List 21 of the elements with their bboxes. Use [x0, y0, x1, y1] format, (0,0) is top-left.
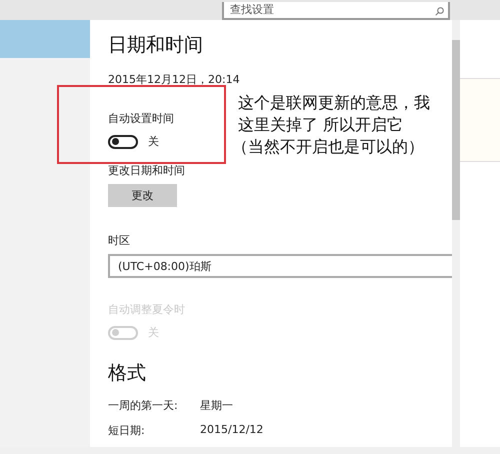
- toggle-state-text: 关: [148, 134, 159, 149]
- sidebar-item[interactable]: [0, 20, 90, 58]
- annotation-text: 这里关掉了 所以开启它: [238, 114, 404, 136]
- change-label: 更改日期和时间: [108, 163, 185, 178]
- toggle-label: 自动设置时间: [108, 111, 174, 126]
- timezone-dropdown[interactable]: (UTC+08:00)珀斯: [108, 254, 452, 278]
- search-field[interactable]: 查找设置: [222, 2, 450, 20]
- format-value: 星期一: [200, 398, 234, 413]
- timezone-label: 时区: [108, 233, 130, 248]
- change-button[interactable]: 更改: [108, 184, 177, 207]
- format-label: 短日期:: [108, 423, 146, 438]
- format-label: 一周的第一天:: [108, 398, 179, 413]
- current-time: 2015年12月12日，20:14: [108, 72, 240, 87]
- annotation-text: 这个是联网更新的意思，我: [238, 92, 430, 114]
- annotation-text: （当然不开启也是可以的）: [232, 136, 425, 158]
- scrollbar-thumb[interactable]: [452, 40, 460, 220]
- toggle-switch[interactable]: [108, 134, 138, 148]
- section-title: 格式: [108, 361, 146, 386]
- search-icon: [435, 7, 444, 16]
- page-title: 日期和时间: [108, 33, 203, 58]
- format-value: 2015/12/12: [200, 423, 264, 438]
